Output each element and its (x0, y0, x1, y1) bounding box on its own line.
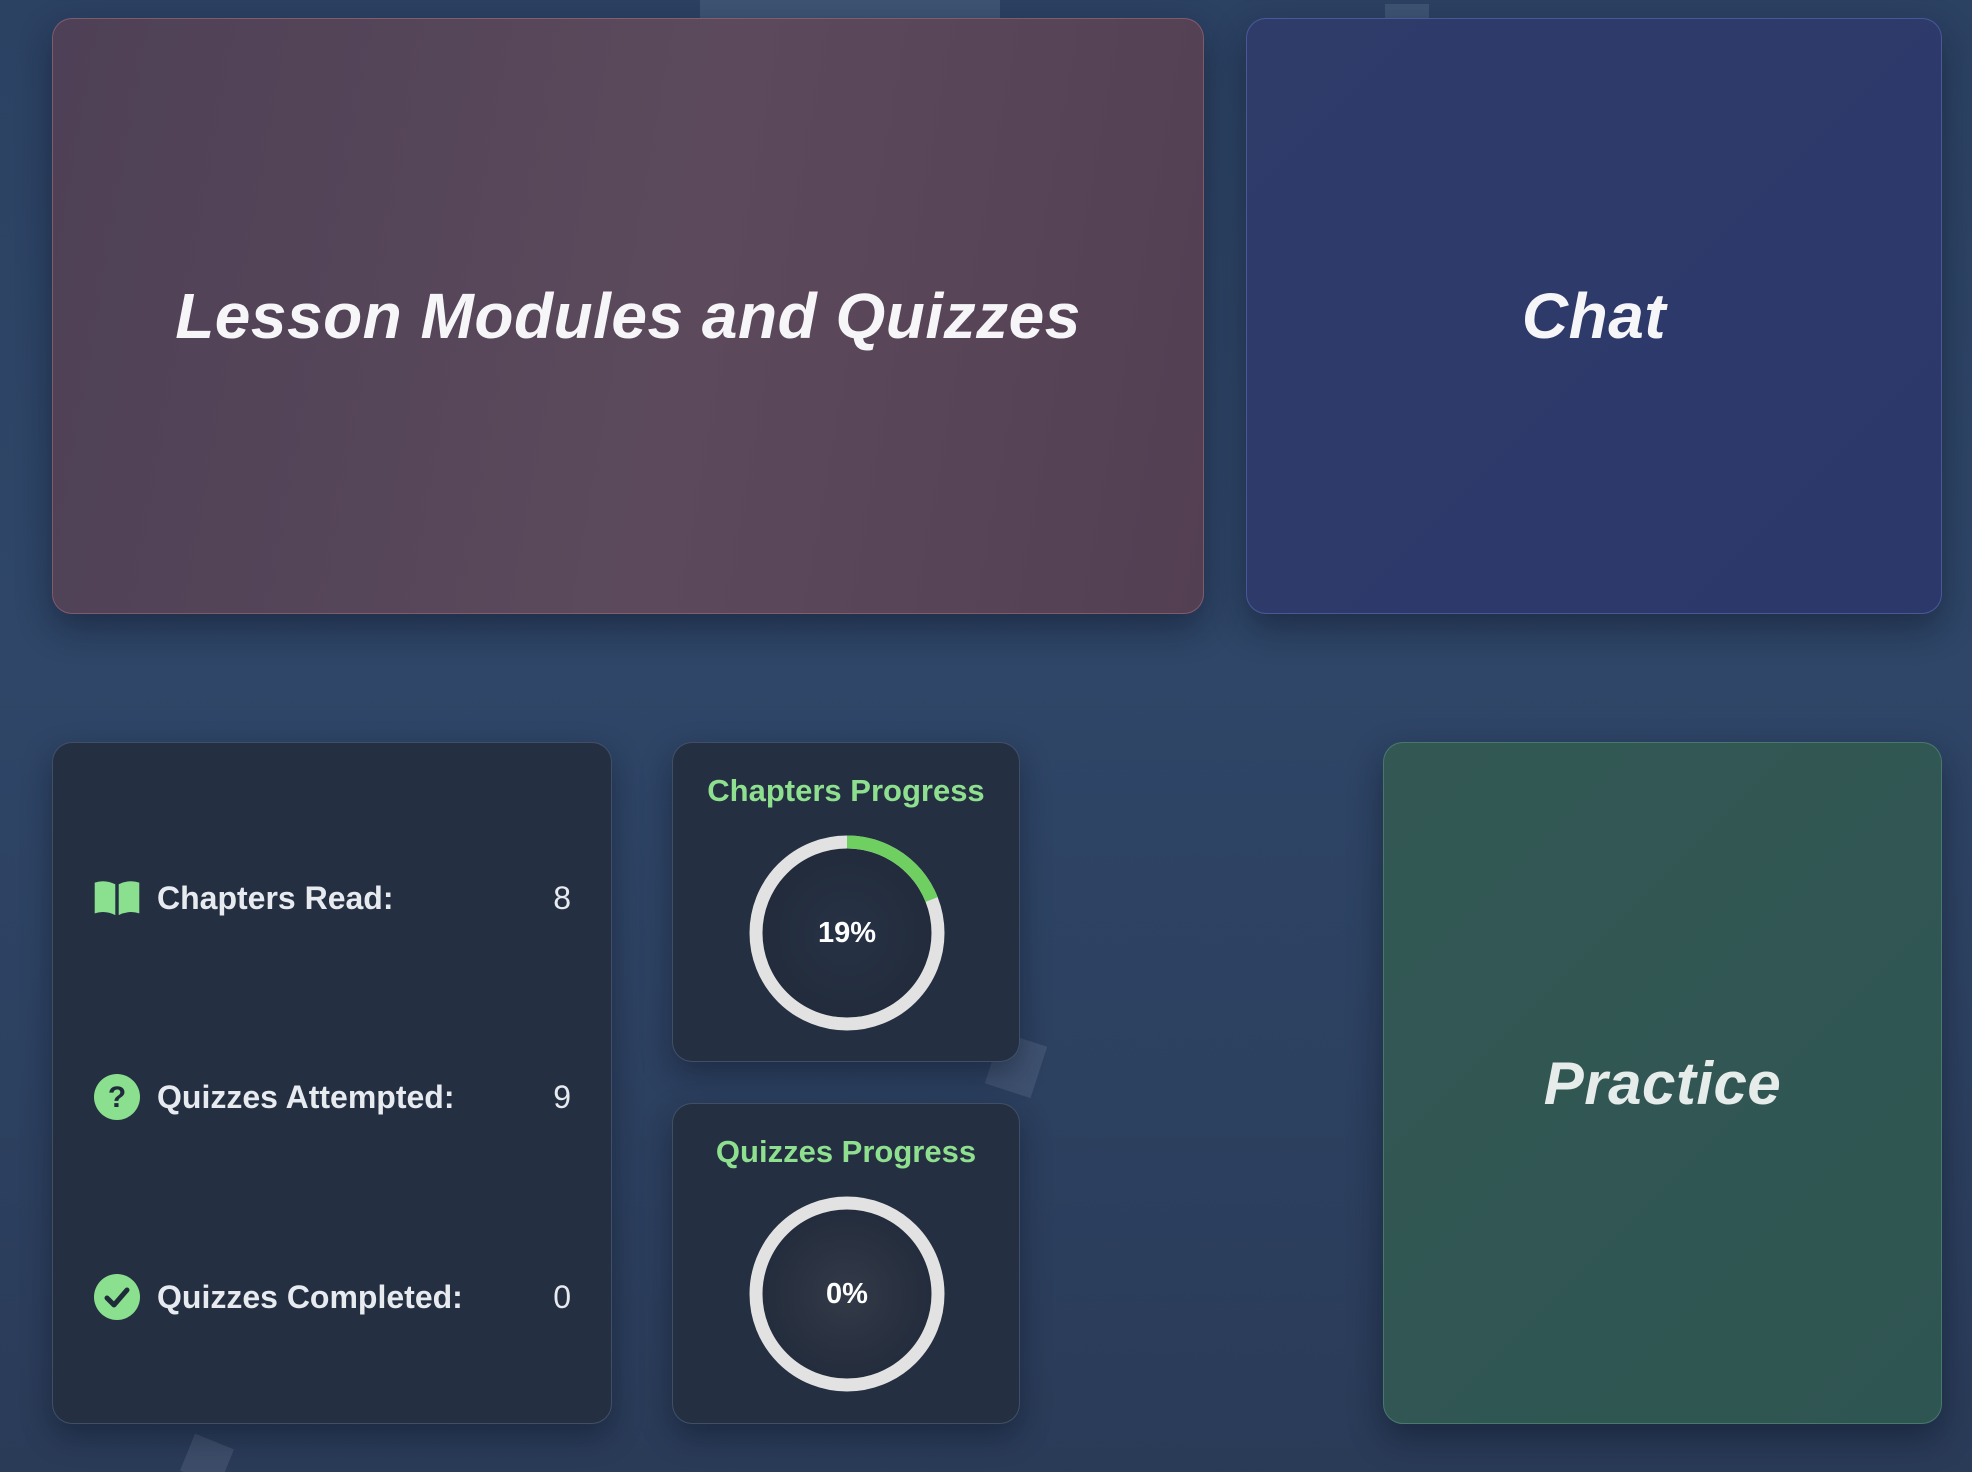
stat-chapters-read: Chapters Read: 8 (93, 873, 571, 923)
background-shape (700, 0, 1000, 18)
stat-quizzes-completed: Quizzes Completed: 0 (93, 1272, 571, 1322)
quizzes-progress-title: Quizzes Progress (715, 1134, 977, 1169)
book-open-icon (93, 874, 141, 922)
stat-value: 9 (553, 1078, 571, 1115)
stat-label: Quizzes Completed: (157, 1278, 463, 1315)
svg-text:?: ? (108, 1081, 126, 1114)
stat-value: 8 (553, 879, 571, 916)
chat-label: Chat (1521, 280, 1667, 352)
background-shape (1385, 4, 1429, 18)
chapters-progress-percent: 19% (817, 916, 877, 949)
chapters-progress-ring: 19% (745, 831, 949, 1035)
chapters-progress-card: Chapters Progress 19% (672, 742, 1020, 1062)
lesson-modules-card[interactable]: Lesson Modules and Quizzes (52, 18, 1204, 614)
practice-card[interactable]: Practice (1383, 742, 1942, 1424)
background-shape (180, 1433, 234, 1472)
stat-value: 0 (553, 1278, 571, 1315)
question-circle-icon: ? (93, 1073, 141, 1121)
quizzes-progress-percent: 0% (826, 1277, 868, 1310)
stat-quizzes-attempted: ? Quizzes Attempted: 9 (93, 1072, 571, 1122)
check-circle-icon (93, 1273, 141, 1321)
stat-label: Chapters Read: (157, 879, 394, 916)
stats-panel: Chapters Read: 8 ? Quizzes Attempted: 9 … (52, 742, 612, 1424)
chapters-progress-title: Chapters Progress (707, 773, 985, 808)
quizzes-progress-card: Quizzes Progress 0% (672, 1103, 1020, 1424)
stat-label: Quizzes Attempted: (157, 1078, 455, 1115)
lesson-modules-label: Lesson Modules and Quizzes (175, 280, 1081, 352)
quizzes-progress-ring: 0% (745, 1192, 949, 1396)
practice-label: Practice (1543, 1049, 1782, 1117)
chat-card[interactable]: Chat (1246, 18, 1942, 614)
